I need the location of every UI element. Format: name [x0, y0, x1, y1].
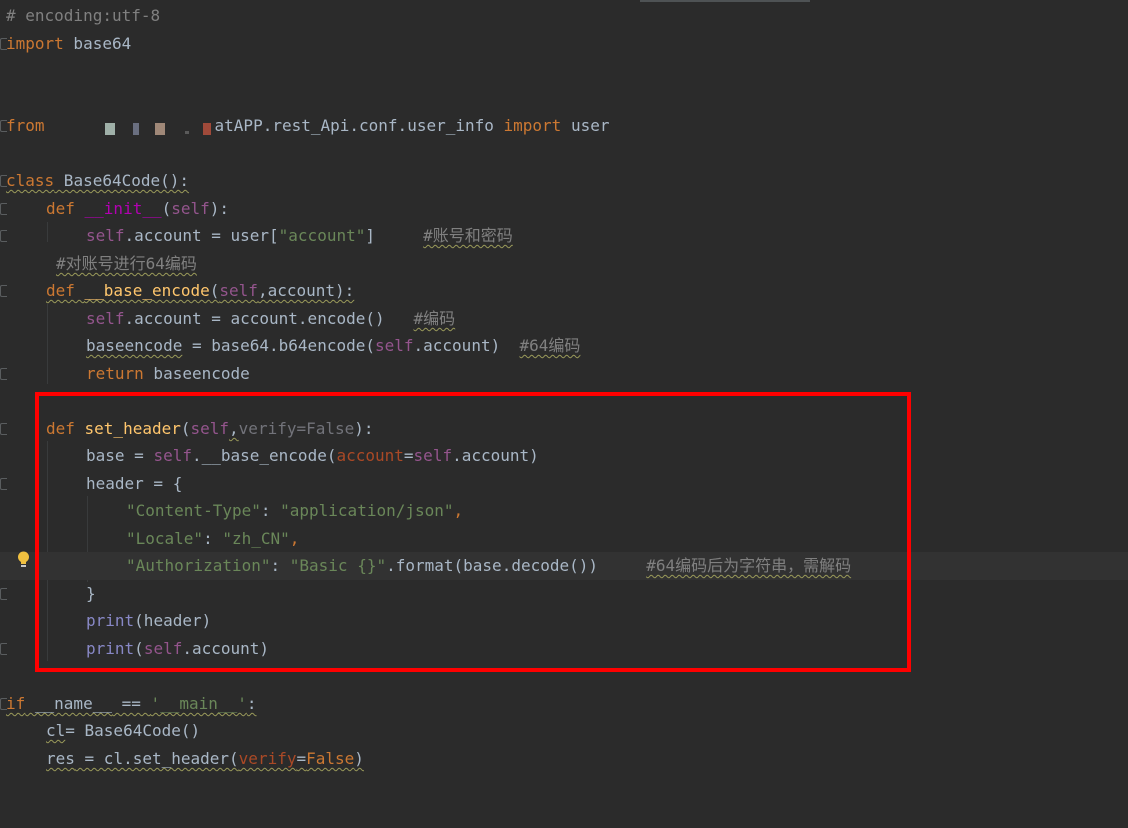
method-name: __base_encode: [84, 281, 210, 300]
comment-encoding: # encoding:utf-8: [6, 6, 161, 25]
lightbulb-icon[interactable]: [17, 551, 30, 569]
code-line-12[interactable]: baseencode = base64.b64encode(self.accou…: [0, 332, 1128, 360]
code-line-11[interactable]: self.account = account.encode() #编码: [0, 305, 1128, 333]
class-name: Base64Code():: [54, 171, 190, 190]
fold-end-icon[interactable]: [0, 588, 7, 600]
code-line-26[interactable]: cl= Base64Code(): [0, 717, 1128, 745]
keyword-import: import: [6, 34, 64, 53]
import-name: user: [561, 116, 610, 135]
code-line-9[interactable]: #对账号进行64编码: [0, 250, 1128, 278]
module-path: atAPP.rest_Api.conf.user_info: [214, 116, 504, 135]
code-line-8[interactable]: self.account = user["account"] #账号和密码: [0, 222, 1128, 250]
fold-end-icon[interactable]: [0, 230, 7, 242]
fold-marker-icon[interactable]: [0, 478, 7, 490]
fold-marker-icon[interactable]: [0, 423, 7, 435]
comment-encode-account: #对账号进行64编码: [56, 254, 197, 273]
keyword-from: from: [6, 116, 45, 135]
fold-end-icon[interactable]: [0, 368, 7, 380]
keyword-import: import: [503, 116, 562, 135]
code-line-7[interactable]: def __init__(self):: [0, 195, 1128, 223]
code-editor[interactable]: # encoding:utf-8 import base64 from atAPP…: [0, 0, 1128, 794]
fold-marker-icon[interactable]: [0, 285, 7, 297]
redacted-module-path: [45, 117, 215, 137]
comment-account: #账号和密码: [423, 226, 513, 245]
code-line-4[interactable]: from atAPP.rest_Api.conf.user_info import…: [0, 112, 1128, 140]
code-line-10[interactable]: def __base_encode(self,account):: [0, 277, 1128, 305]
code-line-6[interactable]: class Base64Code():: [0, 167, 1128, 195]
fold-marker-icon[interactable]: [0, 203, 7, 215]
method-name: __init__: [84, 199, 162, 218]
code-line-13[interactable]: return baseencode: [0, 360, 1128, 388]
fold-end-icon[interactable]: [0, 643, 7, 655]
code-line-2[interactable]: import base64: [0, 30, 1128, 58]
code-line-1[interactable]: # encoding:utf-8: [0, 2, 1128, 30]
keyword-class: class: [6, 171, 55, 190]
module-name: base64: [63, 34, 132, 53]
highlight-annotation-box: [35, 392, 911, 672]
code-line-27[interactable]: res = cl.set_header(verify=False): [0, 745, 1128, 773]
code-line-25[interactable]: if __name__ == '__main__':: [0, 690, 1128, 718]
